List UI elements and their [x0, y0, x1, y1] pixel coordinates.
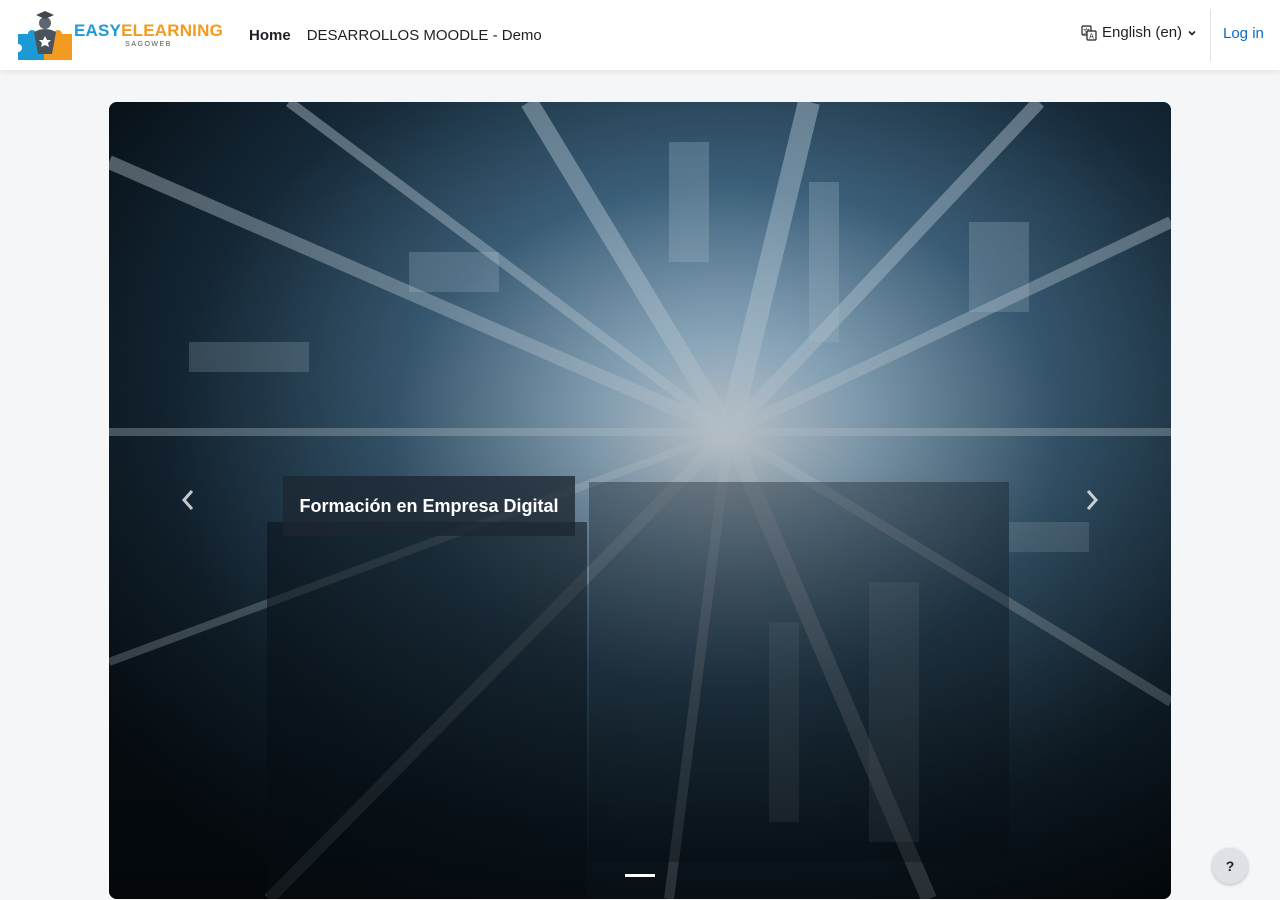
top-navbar: EASYELEARNING SAGOWEB Home DESARROLLOS M… — [0, 0, 1280, 70]
language-menu[interactable]: 文 A English (en) — [1081, 24, 1197, 41]
chevron-right-icon — [1086, 490, 1099, 510]
chevron-left-icon — [181, 490, 194, 510]
carousel-next-button[interactable] — [1072, 480, 1112, 520]
language-icon: 文 A — [1081, 24, 1097, 41]
navbar-divider — [1210, 9, 1211, 61]
logo-word-easy: EASY — [74, 21, 122, 40]
carousel-previous-button[interactable] — [168, 480, 208, 520]
frontpage-carousel: Formación en Empresa Digital — [109, 102, 1171, 899]
site-logo-icon — [18, 11, 72, 60]
chevron-down-icon — [1188, 30, 1196, 36]
slide-background-image — [109, 102, 1171, 899]
carousel-indicator[interactable] — [625, 874, 655, 877]
carousel-indicators — [109, 874, 1171, 877]
site-logo-text: EASYELEARNING SAGOWEB — [74, 21, 224, 49]
nav-item-desarrollos-moodle-demo[interactable]: DESARROLLOS MOODLE - Demo — [307, 23, 542, 48]
svg-text:A: A — [1089, 32, 1094, 40]
help-button[interactable]: ? — [1212, 848, 1248, 884]
login-link[interactable]: Log in — [1223, 25, 1264, 42]
slide-caption: Formación en Empresa Digital — [283, 476, 575, 536]
language-label: English (en) — [1102, 24, 1183, 41]
primary-navigation: Home DESARROLLOS MOODLE - Demo — [249, 0, 542, 70]
logo-subtitle: SAGOWEB — [125, 41, 172, 48]
nav-item-home[interactable]: Home — [249, 23, 291, 48]
site-logo-link[interactable]: EASYELEARNING SAGOWEB — [14, 8, 223, 62]
logo-word-elearning: ELEARNING — [121, 21, 224, 40]
